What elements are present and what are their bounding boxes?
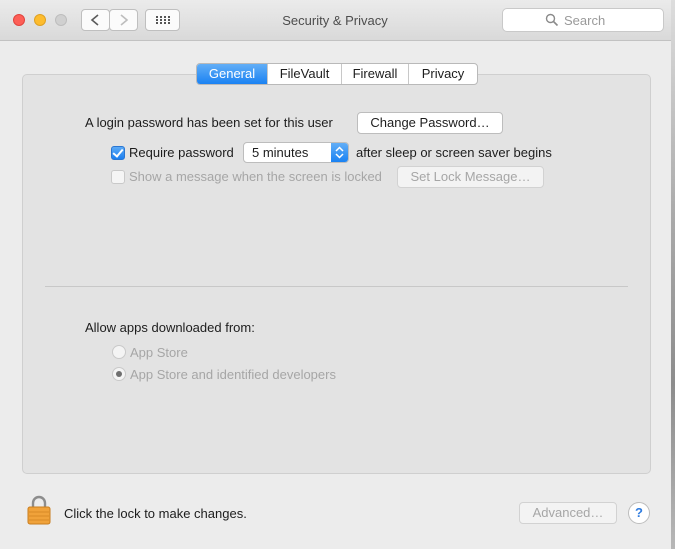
zoom-window-button[interactable] [55, 14, 67, 26]
lock-icon[interactable] [27, 495, 51, 525]
search-placeholder: Search [564, 13, 606, 28]
tab-firewall[interactable]: Firewall [342, 64, 409, 84]
chevron-left-icon [90, 14, 99, 26]
show-message-checkbox[interactable] [111, 170, 125, 184]
require-password-checkbox[interactable] [111, 146, 125, 160]
forward-button[interactable] [109, 9, 138, 31]
tab-privacy[interactable]: Privacy [409, 64, 477, 84]
up-down-arrows-icon [335, 146, 344, 159]
radio-selected-dot [116, 371, 122, 377]
radio-app-store-identified-label: App Store and identified developers [130, 367, 336, 382]
desktop-edge [671, 0, 675, 549]
radio-app-store-label: App Store [130, 345, 188, 360]
lock-label: Click the lock to make changes. [64, 506, 247, 521]
tab-general[interactable]: General [197, 64, 268, 84]
chevron-right-icon [120, 14, 129, 26]
help-button[interactable]: ? [628, 502, 650, 524]
tab-bar: General FileVault Firewall Privacy [196, 63, 478, 85]
tab-filevault[interactable]: FileVault [268, 64, 342, 84]
change-password-button[interactable]: Change Password… [357, 112, 503, 134]
select-stepper-arrows [331, 143, 348, 162]
title-bar: Security & Privacy Search [0, 0, 671, 41]
close-window-button[interactable] [13, 14, 25, 26]
require-password-delay-value: 5 minutes [252, 145, 309, 160]
radio-app-store-identified[interactable] [112, 367, 126, 381]
require-password-delay-select[interactable]: 5 minutes [243, 142, 349, 163]
login-password-label: A login password has been set for this u… [85, 115, 333, 130]
checkmark-icon [112, 146, 124, 158]
minimize-window-button[interactable] [34, 14, 46, 26]
search-icon [545, 13, 559, 27]
advanced-button[interactable]: Advanced… [519, 502, 617, 524]
show-all-grid-icon [156, 16, 170, 24]
show-message-label: Show a message when the screen is locked [129, 169, 382, 184]
search-field[interactable]: Search [502, 8, 664, 32]
radio-app-store[interactable] [112, 345, 126, 359]
section-divider [45, 286, 628, 287]
show-all-button[interactable] [145, 9, 180, 31]
set-lock-message-button[interactable]: Set Lock Message… [397, 166, 544, 188]
window-title: Security & Privacy [282, 13, 388, 28]
allow-apps-heading: Allow apps downloaded from: [85, 320, 255, 335]
back-button[interactable] [81, 9, 110, 31]
require-password-label: Require password [129, 145, 234, 160]
tab-panel [22, 74, 651, 474]
after-sleep-label: after sleep or screen saver begins [356, 145, 552, 160]
